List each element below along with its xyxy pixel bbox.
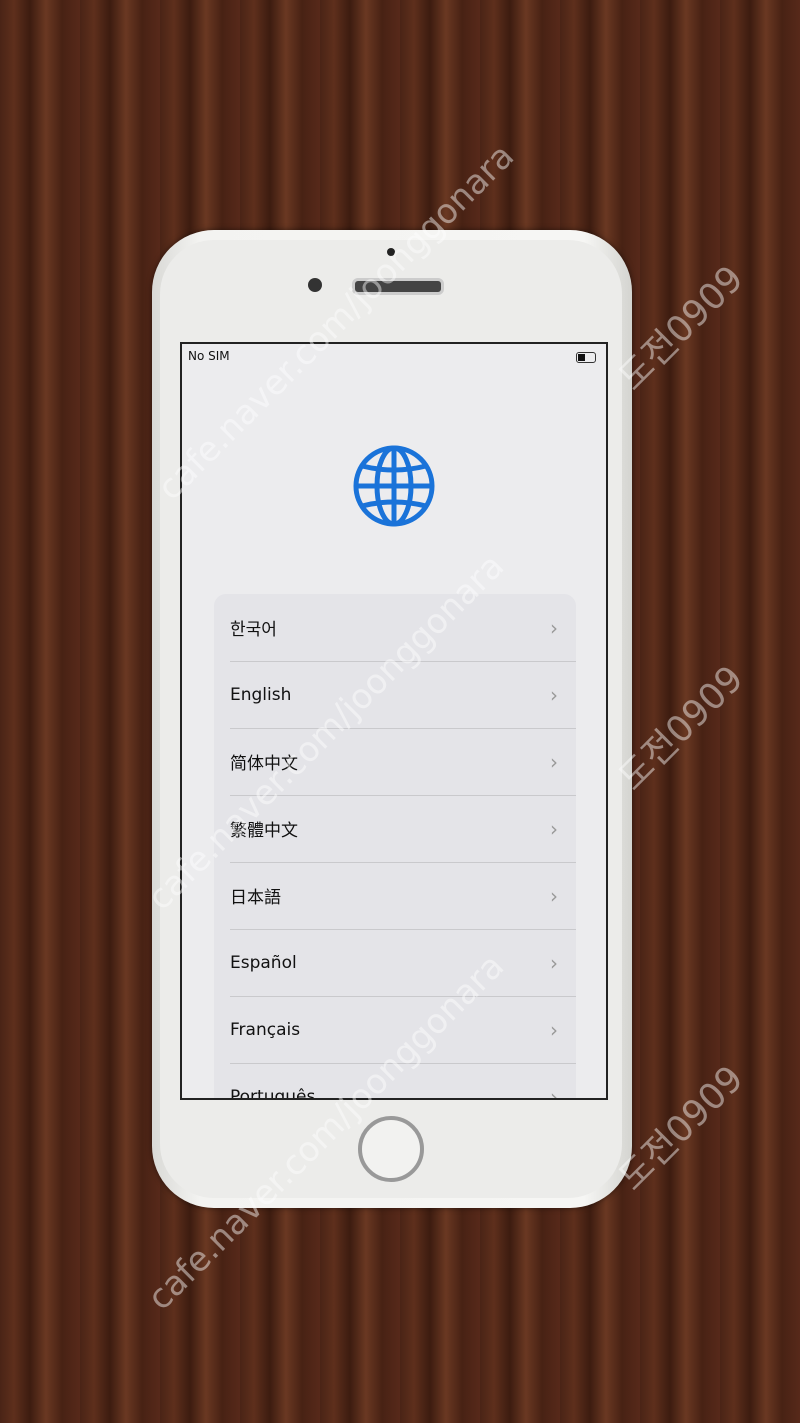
chevron-right-icon: › xyxy=(550,1084,558,1100)
chevron-right-icon: › xyxy=(550,950,558,975)
language-item-japanese[interactable]: 日本語 › xyxy=(230,862,576,930)
chevron-right-icon: › xyxy=(550,682,558,707)
globe-icon xyxy=(353,445,435,527)
chevron-right-icon: › xyxy=(550,883,558,908)
chevron-right-icon: › xyxy=(550,1017,558,1042)
chevron-right-icon: › xyxy=(550,615,558,640)
chevron-right-icon: › xyxy=(550,816,558,841)
language-item-traditional-chinese[interactable]: 繁體中文 › xyxy=(230,795,576,863)
carrier-status: No SIM xyxy=(188,349,230,363)
chevron-right-icon: › xyxy=(550,749,558,774)
language-item-spanish[interactable]: Español › xyxy=(230,929,576,997)
screen: No SIM 한국어 › English › 简体中文 › 繁體中文 › 日本語 › Es… xyxy=(180,342,608,1100)
front-camera xyxy=(308,278,322,292)
battery-icon xyxy=(576,352,596,363)
home-button[interactable] xyxy=(358,1116,424,1182)
